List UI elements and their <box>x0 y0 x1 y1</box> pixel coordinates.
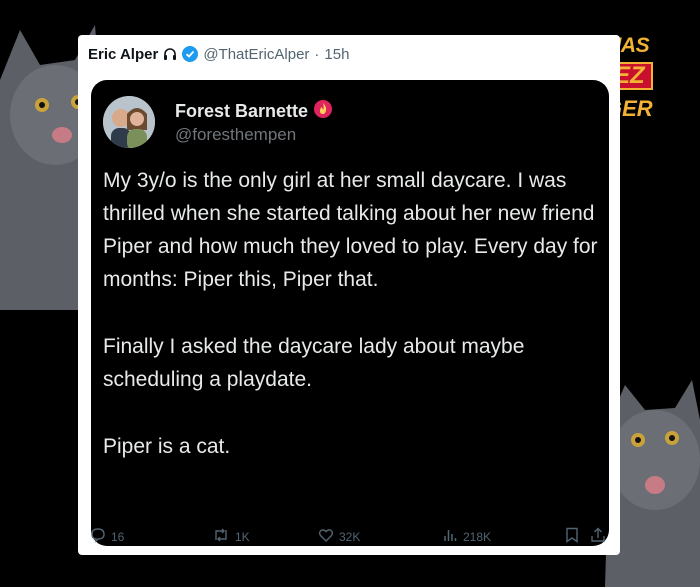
outer-handle[interactable]: @ThatEricAlper <box>203 46 309 63</box>
repost-count: 1K <box>235 529 250 544</box>
outer-timestamp[interactable]: 15h <box>324 46 349 63</box>
reply-count: 16 <box>111 529 125 544</box>
tweet-paragraph-3: Piper is a cat. <box>103 435 231 458</box>
views-icon <box>442 527 458 546</box>
bookmark-icon <box>565 527 579 546</box>
heart-icon <box>318 527 334 546</box>
action-bar: 16 1K 32K 218K <box>90 527 610 547</box>
reply-icon <box>90 527 106 546</box>
views-button[interactable]: 218K <box>442 527 491 546</box>
headphones-icon <box>163 47 177 61</box>
quoted-tweet[interactable]: Forest Barnette @foresthempen My 3y/o is… <box>91 80 609 546</box>
quote-tweet-card: Eric Alper @ThatEricAlper · 15h Forest B… <box>78 35 620 555</box>
verified-badge-icon <box>182 46 199 62</box>
tweet-text: My 3y/o is the only girl at her small da… <box>103 164 603 463</box>
share-button[interactable] <box>590 527 606 546</box>
fire-badge-icon <box>314 100 333 123</box>
reply-button[interactable]: 16 <box>90 527 124 546</box>
outer-tweet-header: Eric Alper @ThatEricAlper · 15h <box>88 43 349 65</box>
avatar[interactable] <box>103 96 155 148</box>
like-count: 32K <box>339 529 361 544</box>
outer-author-name[interactable]: Eric Alper <box>88 46 158 63</box>
quoted-handle[interactable]: @foresthempen <box>175 125 296 145</box>
like-button[interactable]: 32K <box>318 527 360 546</box>
quoted-author-name[interactable]: Forest Barnette <box>175 100 333 123</box>
views-count: 218K <box>463 529 492 544</box>
repost-icon <box>212 527 230 546</box>
repost-button[interactable]: 1K <box>212 527 250 546</box>
meta-separator: · <box>314 45 320 63</box>
bookmark-button[interactable] <box>565 527 579 546</box>
share-icon <box>590 527 606 546</box>
quoted-author-name-text: Forest Barnette <box>175 101 309 121</box>
tweet-paragraph-2: Finally I asked the daycare lady about m… <box>103 335 525 391</box>
tweet-paragraph-1: My 3y/o is the only girl at her small da… <box>103 169 598 291</box>
